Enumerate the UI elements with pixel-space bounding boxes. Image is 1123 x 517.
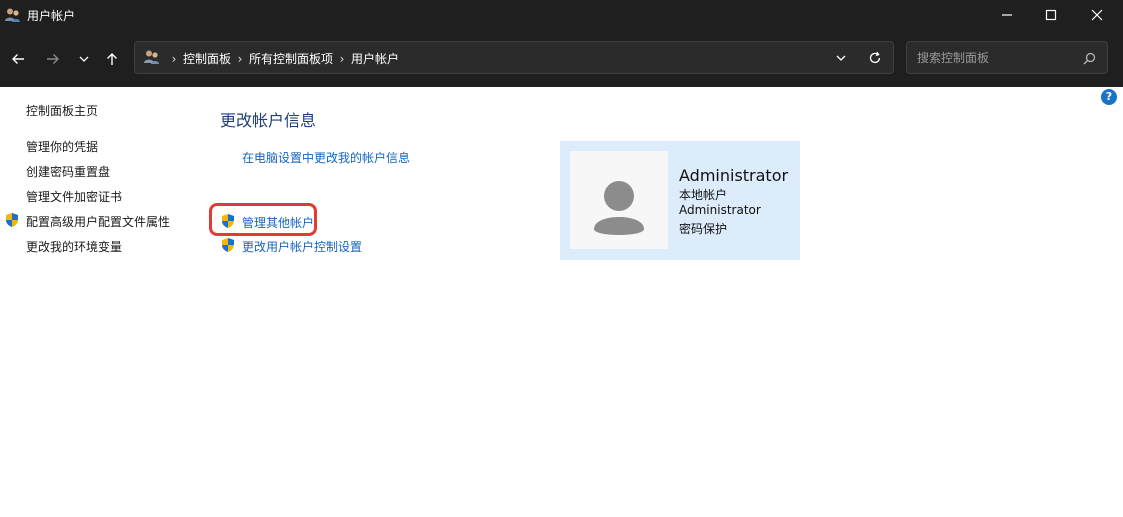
title-bar: 用户帐户 — [0, 0, 1123, 30]
account-name: Administrator — [679, 166, 789, 185]
forward-button[interactable] — [40, 46, 66, 72]
back-button[interactable] — [5, 46, 31, 72]
search-icon[interactable] — [1079, 48, 1099, 68]
breadcrumb-separator-icon[interactable]: › — [333, 52, 351, 66]
account-group: Administrator — [679, 203, 761, 217]
account-type: 本地帐户 — [679, 188, 728, 202]
help-icon[interactable]: ? — [1101, 89, 1117, 105]
uac-shield-icon — [220, 213, 236, 229]
uac-shield-icon — [4, 212, 20, 228]
breadcrumb-separator-icon[interactable]: › — [231, 52, 249, 66]
account-card: Administrator 本地帐户 Administrator 密码保护 — [560, 141, 800, 260]
sidebar-item-advanced-profile-properties[interactable]: 配置高级用户配置文件属性 — [26, 213, 170, 230]
refresh-icon[interactable] — [865, 48, 885, 68]
recent-locations-chevron-icon[interactable] — [71, 46, 97, 72]
search-input[interactable] — [915, 48, 1079, 68]
up-button[interactable] — [99, 46, 125, 72]
minimize-button[interactable] — [984, 0, 1030, 30]
manage-other-accounts-link[interactable]: 管理其他帐户 — [242, 214, 314, 231]
address-dropdown-chevron-icon[interactable] — [831, 48, 851, 68]
uac-shield-icon — [220, 237, 236, 253]
user-accounts-icon — [143, 49, 161, 65]
user-avatar-icon — [594, 181, 644, 235]
address-bar[interactable]: › 控制面板 › 所有控制面板项 › 用户帐户 — [134, 41, 894, 74]
breadcrumb-all-items[interactable]: 所有控制面板项 — [249, 50, 333, 67]
navigation-bar: › 控制面板 › 所有控制面板项 › 用户帐户 — [0, 30, 1123, 87]
change-account-in-pc-settings-link[interactable]: 在电脑设置中更改我的帐户信息 — [242, 149, 410, 166]
sidebar-item-home[interactable]: 控制面板主页 — [26, 102, 98, 119]
breadcrumb-separator-icon[interactable]: › — [165, 52, 183, 66]
sidebar-item-password-reset-disk[interactable]: 创建密码重置盘 — [26, 163, 110, 180]
account-password-status: 密码保护 — [679, 222, 728, 236]
search-box[interactable] — [906, 41, 1108, 74]
change-uac-settings-link[interactable]: 更改用户帐户控制设置 — [242, 238, 362, 255]
breadcrumb-control-panel[interactable]: 控制面板 — [183, 50, 231, 67]
avatar — [570, 151, 668, 249]
sidebar-item-file-encryption-certs[interactable]: 管理文件加密证书 — [26, 188, 122, 205]
sidebar-item-manage-credentials[interactable]: 管理你的凭据 — [26, 138, 98, 155]
close-button[interactable] — [1074, 0, 1120, 30]
user-accounts-icon — [4, 7, 22, 23]
breadcrumb: › 控制面板 › 所有控制面板项 › 用户帐户 — [165, 50, 399, 67]
maximize-button[interactable] — [1028, 0, 1074, 30]
sidebar-item-environment-variables[interactable]: 更改我的环境变量 — [26, 238, 122, 255]
window-title: 用户帐户 — [27, 9, 76, 23]
page-title: 更改帐户信息 — [220, 111, 317, 130]
breadcrumb-user-accounts[interactable]: 用户帐户 — [351, 50, 399, 67]
